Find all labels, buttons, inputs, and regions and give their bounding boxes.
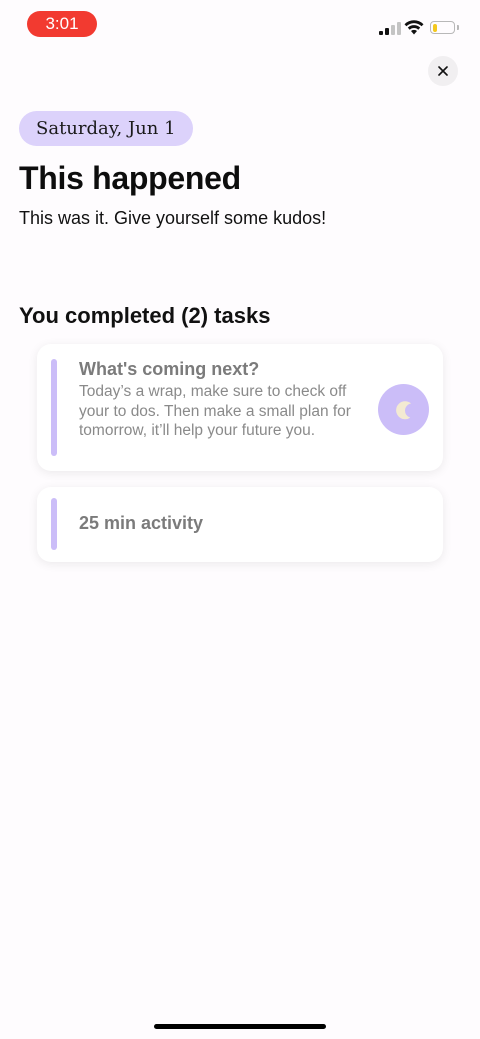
task-title: 25 min activity	[79, 513, 204, 533]
close-icon	[438, 66, 448, 76]
page-title: This happened	[19, 160, 241, 196]
task-accent-bar	[51, 498, 57, 550]
task-accent-bar	[51, 359, 57, 456]
moon-icon	[378, 384, 429, 435]
page-subtitle: This was it. Give yourself some kudos!	[19, 208, 327, 228]
home-indicator[interactable]	[154, 1024, 326, 1029]
date-chip: Saturday, Jun 1	[19, 111, 193, 146]
status-time: 3:01	[27, 11, 97, 37]
task-card[interactable]: 25 min activity	[37, 487, 443, 562]
task-title: What's coming next?	[79, 359, 260, 379]
battery-low-icon	[430, 21, 459, 34]
close-button[interactable]	[428, 56, 458, 86]
task-description: Today’s a wrap, make sure to check off y…	[79, 383, 351, 439]
status-bar: 3:01	[0, 0, 480, 48]
wifi-icon	[404, 19, 424, 40]
cellular-signal-icon	[379, 22, 401, 35]
completed-tasks-heading: You completed (2) tasks	[19, 303, 271, 328]
task-card[interactable]: What's coming next? Today’s a wrap, make…	[37, 344, 443, 471]
